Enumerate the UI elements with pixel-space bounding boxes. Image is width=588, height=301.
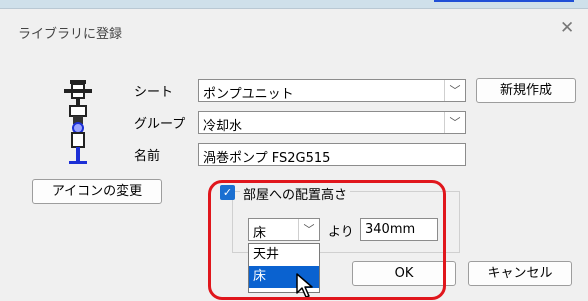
- name-input[interactable]: 渦巻ポンプ FS2G515: [198, 143, 466, 166]
- name-label: 名前: [134, 149, 161, 164]
- chevron-down-icon: ﹀: [444, 80, 465, 101]
- mouse-cursor-icon: [296, 273, 313, 298]
- reference-value: 床: [253, 226, 267, 241]
- chevron-down-icon: ﹀: [444, 112, 465, 133]
- reference-combobox[interactable]: 床 ﹀: [248, 218, 320, 241]
- height-checkbox-label[interactable]: 部屋への配置高さ: [240, 184, 351, 203]
- sheet-label: シート: [134, 85, 174, 100]
- ok-button[interactable]: OK: [352, 261, 456, 286]
- group-label: グループ: [134, 117, 186, 132]
- group-combobox[interactable]: 冷却水 ﹀: [198, 111, 466, 134]
- chevron-down-icon: ﹀: [298, 219, 319, 240]
- sheet-value: ポンプユニット: [203, 87, 294, 102]
- background-link: [434, 0, 574, 2]
- new-create-button[interactable]: 新規作成: [476, 78, 576, 103]
- option-ceiling[interactable]: 天井: [249, 244, 319, 266]
- group-value: 冷却水: [203, 119, 243, 134]
- close-icon[interactable]: ✕: [560, 20, 574, 37]
- sheet-combobox[interactable]: ポンプユニット ﹀: [198, 79, 466, 102]
- dialog-title: ライブラリに登録: [18, 27, 123, 42]
- height-input[interactable]: 340mm: [360, 218, 438, 241]
- pump-icon: [64, 80, 92, 164]
- cancel-button[interactable]: キャンセル: [468, 261, 572, 286]
- height-checkbox[interactable]: ✓: [220, 185, 235, 200]
- change-icon-button[interactable]: アイコンの変更: [32, 179, 162, 204]
- from-label: より: [328, 225, 354, 240]
- register-library-dialog: ライブラリに登録 ✕ シート ポンプユニット ﹀ 新規作成 グループ 冷却水 ﹀…: [0, 8, 588, 301]
